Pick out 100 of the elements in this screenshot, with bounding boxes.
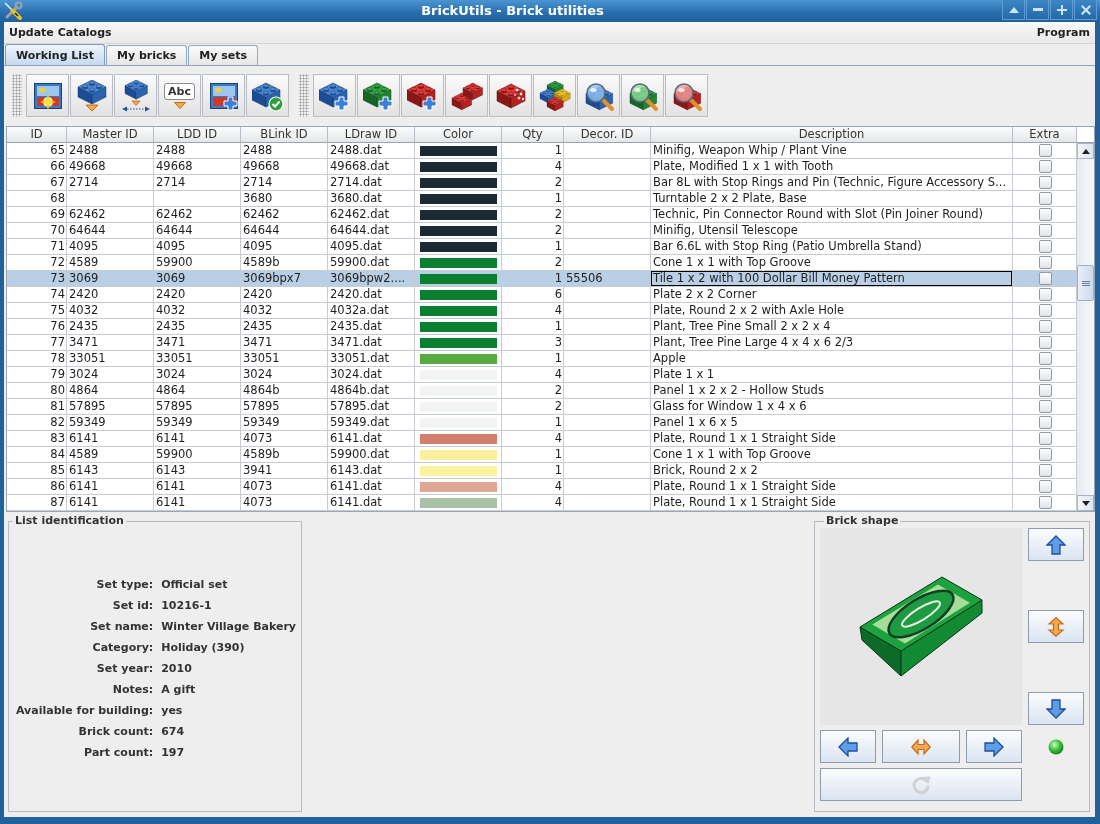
checkbox[interactable] xyxy=(1038,272,1052,285)
table-row[interactable]: 75 4032 4032 4032 4032a.dat 4 Plate, Round 2 x 2 with Axle Hole xyxy=(7,303,1077,319)
checkbox[interactable] xyxy=(1038,304,1052,317)
column-header[interactable]: BLink ID xyxy=(241,127,328,143)
checkbox[interactable] xyxy=(1038,352,1052,365)
column-header[interactable]: Color xyxy=(415,127,502,143)
table-row[interactable]: 69 62462 62462 62462 62462.dat 2 Technic, Pin Connector Round with Slot (Pin Joiner Round) xyxy=(7,207,1077,223)
table-cell: 4073 xyxy=(241,495,328,511)
table-row[interactable]: 85 6143 6143 3941 6143.dat 1 Brick, Round 2 x 2 xyxy=(7,463,1077,479)
column-header[interactable]: LDD ID xyxy=(154,127,241,143)
table-row[interactable]: 80 4864 4864 4864b 4864b.dat 2 Panel 1 x 2 x 2 - Hollow Studs xyxy=(7,383,1077,399)
checkbox[interactable] xyxy=(1038,400,1052,413)
checkbox[interactable] xyxy=(1038,448,1052,461)
column-header[interactable]: Description xyxy=(651,127,1013,143)
toolbar-button[interactable] xyxy=(489,74,532,117)
checkbox[interactable] xyxy=(1038,384,1052,397)
left-button[interactable] xyxy=(820,730,876,763)
column-header[interactable]: LDraw ID xyxy=(328,127,415,143)
checkbox[interactable] xyxy=(1038,144,1052,157)
table-row[interactable]: 82 59349 59349 59349 59349.dat 1 Panel 1 x 6 x 5 xyxy=(7,415,1077,431)
checkbox[interactable] xyxy=(1038,432,1052,445)
minimize-button[interactable] xyxy=(1026,0,1049,20)
table-row[interactable]: 77 3471 3471 3471 3471.dat 3 Plant, Tree Pine Large 4 x 4 x 6 2/3 xyxy=(7,335,1077,351)
tab[interactable]: Working List xyxy=(5,44,105,65)
toolbar-button[interactable] xyxy=(665,74,708,117)
toolbar-button[interactable] xyxy=(533,74,576,117)
tab[interactable]: My sets xyxy=(188,45,259,65)
toolbar-button[interactable]: Abc xyxy=(158,74,201,117)
column-header[interactable]: Qty xyxy=(502,127,564,143)
scroll-up-button[interactable] xyxy=(1077,143,1094,159)
checkbox[interactable] xyxy=(1038,464,1052,477)
checkbox[interactable] xyxy=(1038,176,1052,189)
table-row[interactable]: 67 2714 2714 2714 2714.dat 2 Bar 8L with Stop Rings and Pin (Technic, Figure Accessory S... xyxy=(7,175,1077,191)
table-row[interactable]: 74 2420 2420 2420 2420.dat 6 Plate 2 x 2 Corner xyxy=(7,287,1077,303)
up-button[interactable] xyxy=(1028,528,1084,561)
table-row[interactable]: 66 49668 49668 49668 49668.dat 4 Plate, Modified 1 x 1 with Tooth xyxy=(7,159,1077,175)
table-row[interactable]: 68 3680 3680.dat 1 Turntable 2 x 2 Plate, Base xyxy=(7,191,1077,207)
toolbar-button[interactable] xyxy=(70,74,113,117)
field-label: Set id: xyxy=(111,597,154,614)
checkbox[interactable] xyxy=(1038,288,1052,301)
menu-item[interactable]: Program xyxy=(1032,24,1094,41)
checkbox[interactable] xyxy=(1038,416,1052,429)
rotate-icon xyxy=(911,774,931,795)
toolbar-button[interactable] xyxy=(26,74,69,117)
toolbar-grip[interactable] xyxy=(299,74,309,117)
checkbox[interactable] xyxy=(1038,224,1052,237)
checkbox[interactable] xyxy=(1038,368,1052,381)
toolbar-button[interactable] xyxy=(401,74,444,117)
toolbar-button[interactable] xyxy=(202,74,245,117)
tab[interactable]: My bricks xyxy=(105,45,188,65)
table-row[interactable]: 79 3024 3024 3024 3024.dat 4 Plate 1 x 1 xyxy=(7,367,1077,383)
arrow-down-icon xyxy=(1046,698,1066,719)
table-row[interactable]: 87 6141 6141 4073 6141.dat 4 Plate, Round 1 x 1 Straight Side xyxy=(7,495,1077,511)
checkbox[interactable] xyxy=(1038,336,1052,349)
checkbox[interactable] xyxy=(1038,160,1052,173)
toolbar-button[interactable] xyxy=(577,74,620,117)
toolbar-button[interactable] xyxy=(621,74,664,117)
checkbox[interactable] xyxy=(1038,320,1052,333)
toolbar-button[interactable] xyxy=(313,74,356,117)
table-row[interactable]: 65 2488 2488 2488 2488.dat 1 Minifig, Weapon Whip / Plant Vine xyxy=(7,143,1077,159)
maximize-button[interactable] xyxy=(1050,0,1073,20)
checkbox[interactable] xyxy=(1038,208,1052,221)
field-label: Category: xyxy=(91,639,154,656)
table-row[interactable]: 73 3069 3069 3069bpx7 3069bpw2.... 1 55506 Tile 1 x 2 with 100 Dollar Bill Money Pattern xyxy=(7,271,1077,287)
toolbar-button[interactable] xyxy=(114,74,157,117)
checkbox[interactable] xyxy=(1038,192,1052,205)
table-cell: 6141 xyxy=(67,495,154,511)
table-row[interactable]: 72 4589 59900 4589b 59900.dat 2 Cone 1 x 1 with Top Groove xyxy=(7,255,1077,271)
triangle-down-icon xyxy=(1081,500,1090,506)
scrollbar[interactable] xyxy=(1077,143,1094,511)
table-cell: 4 xyxy=(502,495,564,511)
table-row[interactable]: 70 64644 64644 64644 64644.dat 2 Minifig, Utensil Telescope xyxy=(7,223,1077,239)
menu-item[interactable]: Update Catalogs xyxy=(5,24,116,41)
table-row[interactable]: 76 2435 2435 2435 2435.dat 1 Plant, Tree Pine Small 2 x 2 x 4 xyxy=(7,319,1077,335)
left-right-button[interactable] xyxy=(882,730,960,763)
column-header[interactable]: Master ID xyxy=(67,127,154,143)
checkbox[interactable] xyxy=(1038,240,1052,253)
column-header[interactable]: Extra xyxy=(1013,127,1077,143)
checkbox[interactable] xyxy=(1038,480,1052,493)
toolbar-grip[interactable] xyxy=(12,74,22,117)
down-button[interactable] xyxy=(1028,692,1084,725)
scroll-down-button[interactable] xyxy=(1077,495,1094,511)
column-header[interactable]: Decor. ID xyxy=(564,127,651,143)
up-down-button[interactable] xyxy=(1028,610,1084,643)
column-header[interactable]: ID xyxy=(7,127,67,143)
table-row[interactable]: 86 6141 6141 4073 6141.dat 4 Plate, Round 1 x 1 Straight Side xyxy=(7,479,1077,495)
toolbar-button[interactable] xyxy=(445,74,488,117)
table-row[interactable]: 78 33051 33051 33051 33051.dat 1 Apple xyxy=(7,351,1077,367)
table-row[interactable]: 84 4589 59900 4589b 59900.dat 1 Cone 1 x 1 with Top Groove xyxy=(7,447,1077,463)
table-row[interactable]: 81 57895 57895 57895 57895.dat 2 Glass for Window 1 x 4 x 6 xyxy=(7,399,1077,415)
checkbox[interactable] xyxy=(1038,496,1052,509)
right-button[interactable] xyxy=(966,730,1022,763)
shade-button[interactable] xyxy=(1002,0,1025,20)
toolbar-button[interactable] xyxy=(357,74,400,117)
table-row[interactable]: 83 6141 6141 4073 6141.dat 4 Plate, Round 1 x 1 Straight Side xyxy=(7,431,1077,447)
close-button[interactable] xyxy=(1074,0,1097,20)
toolbar-button[interactable] xyxy=(246,74,289,117)
table-row[interactable]: 71 4095 4095 4095 4095.dat 1 Bar 6.6L with Stop Ring (Patio Umbrella Stand) xyxy=(7,239,1077,255)
checkbox[interactable] xyxy=(1038,256,1052,269)
scroll-thumb[interactable] xyxy=(1077,265,1094,301)
